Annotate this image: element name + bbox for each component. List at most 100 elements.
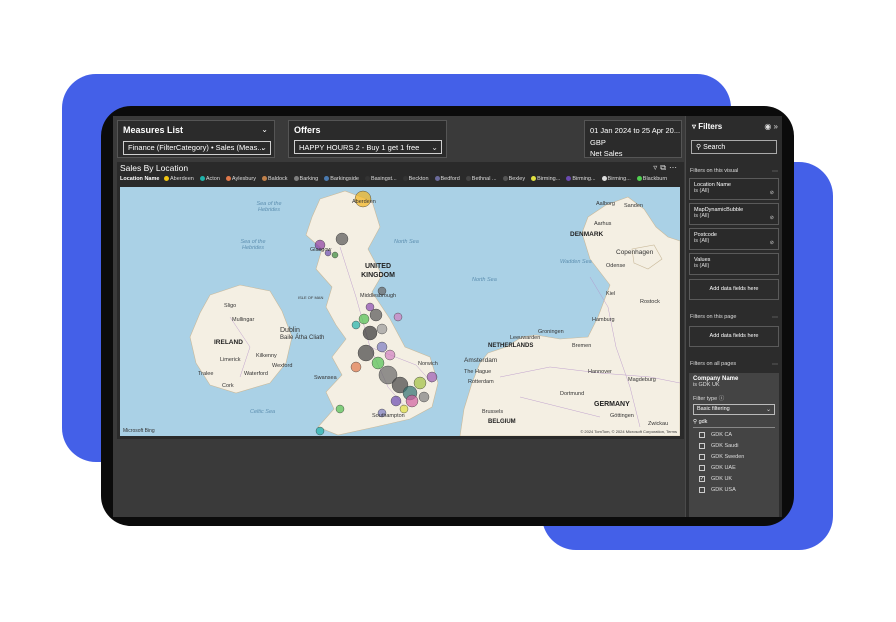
focus-mode-icon[interactable]: ⧉ — [660, 163, 669, 172]
checkbox[interactable] — [699, 486, 705, 493]
location-bubble[interactable] — [413, 376, 427, 390]
label-middlesbrough: Middlesbrough — [360, 293, 397, 299]
legend-item[interactable]: Basingst... — [364, 176, 400, 182]
filter-option[interactable]: ✓ GDK UK — [699, 475, 775, 483]
legend-item-label: Bedford — [440, 176, 460, 182]
location-bubble[interactable] — [357, 344, 375, 362]
legend-dot — [566, 176, 572, 182]
filter-field-value: is (All) — [694, 238, 710, 244]
more-options-icon[interactable]: ⋯ — [772, 361, 778, 368]
label-leeuwarden: Leeuwarden — [510, 335, 541, 341]
company-filter-value: is GDK UK — [693, 382, 720, 388]
measures-dropdown[interactable]: Finance (FilterCategory) • Sales (Meas..… — [123, 141, 271, 155]
label-baile-atha-cliath: Baile Átha Cliath — [280, 335, 325, 341]
location-bubble[interactable] — [350, 361, 362, 373]
offers-dropdown[interactable]: HAPPY HOURS 2 - Buy 1 get 1 free ⌄ — [294, 140, 442, 154]
legend-item[interactable]: Bedford — [434, 176, 463, 182]
map-canvas[interactable]: Sea of the Hebrides Sea of the Hebrides … — [120, 187, 680, 436]
legend-dot — [364, 176, 370, 182]
legend-dot — [225, 176, 231, 182]
legend-item[interactable]: Baldock — [261, 176, 291, 182]
location-bubble[interactable] — [426, 371, 438, 383]
collapse-icon[interactable]: » — [774, 122, 778, 131]
legend-dot — [502, 176, 508, 182]
filter-option[interactable]: GDK CA — [699, 431, 775, 439]
location-bubble[interactable] — [335, 232, 349, 246]
legend-item[interactable]: Blackburn — [636, 176, 670, 182]
location-bubble[interactable] — [384, 349, 396, 361]
filter-type-text: Filter type — [693, 396, 718, 402]
location-bubble[interactable] — [376, 341, 388, 353]
location-bubble[interactable] — [362, 325, 378, 341]
location-bubble[interactable] — [418, 391, 430, 403]
add-fields-page[interactable]: Add data fields here — [689, 326, 779, 347]
eye-slash-icon[interactable]: ⊘ — [770, 190, 774, 196]
search-icon: ⚲ — [693, 419, 698, 425]
legend-item[interactable]: Birming... — [601, 176, 634, 182]
visual-filter-card[interactable]: Postcode is (All) ⊘ — [689, 228, 779, 250]
label-brussels: Brussels — [482, 409, 504, 415]
filter-search-input[interactable]: ⚲ gdk — [693, 419, 775, 428]
filters-search-input[interactable]: ⚲ Search — [691, 140, 777, 154]
legend-item[interactable]: Acton — [199, 176, 223, 182]
visual-filter-card[interactable]: Location Name is (All) ⊘ — [689, 178, 779, 200]
more-options-icon[interactable]: ⋯ — [669, 163, 680, 172]
legend-item[interactable]: Birming... — [566, 176, 598, 182]
location-bubble[interactable] — [369, 308, 383, 322]
location-bubble[interactable] — [335, 404, 345, 414]
filter-type-dropdown[interactable]: Basic filtering ⌄ — [693, 404, 775, 415]
visual-filter-card[interactable]: MapDynamicBubble is (All) ⊘ — [689, 203, 779, 225]
eye-slash-icon[interactable]: ⊘ — [770, 215, 774, 221]
legend-dot — [402, 176, 408, 182]
visual-filter-card[interactable]: Values is (All) — [689, 253, 779, 275]
location-bubble[interactable] — [376, 323, 388, 335]
location-bubble[interactable] — [351, 320, 361, 330]
checkbox[interactable]: ✓ — [699, 475, 705, 482]
filter-option-label: GDK USA — [711, 487, 736, 493]
currency-label: GBP — [590, 138, 606, 147]
date-range: 01 Jan 2024 to 25 Apr 20... — [590, 126, 681, 135]
chevron-down-icon[interactable]: ⌄ — [261, 125, 268, 134]
label-tralee: Tralee — [198, 371, 214, 377]
legend-item[interactable]: Barkingside — [324, 176, 362, 182]
location-bubble[interactable] — [390, 395, 402, 407]
checkbox[interactable] — [699, 453, 705, 460]
more-options-icon[interactable]: ⋯ — [772, 314, 778, 321]
location-bubble[interactable] — [358, 313, 370, 325]
filter-option[interactable]: GDK Sweden — [699, 453, 775, 461]
filter-option[interactable]: GDK Saudi — [699, 442, 775, 450]
add-fields-visual[interactable]: Add data fields here — [689, 279, 779, 300]
location-bubble[interactable] — [371, 356, 385, 370]
legend-item[interactable]: Barking — [293, 176, 322, 182]
legend-item-label: Aylesbury — [231, 176, 256, 182]
location-bubble[interactable] — [399, 404, 409, 414]
visual-header-icons: ▿⧉⋯ — [653, 163, 680, 173]
legend-item-label: Birming... — [572, 176, 596, 182]
legend-item[interactable]: Beckton — [402, 176, 432, 182]
company-filter-card[interactable]: Company Name is GDK UK Filter type ⓘ Bas… — [689, 373, 779, 517]
legend-item-label: Birming... — [537, 176, 561, 182]
label-sea-hebrides-2: Sea of the Hebrides — [240, 239, 266, 251]
filter-option[interactable]: GDK UAE — [699, 464, 775, 472]
map-legend: Location Name Aberdeen Acton Aylesbury Bald… — [120, 176, 680, 186]
location-bubble[interactable] — [405, 394, 419, 408]
legend-item[interactable]: Birming... — [531, 176, 563, 182]
checkbox[interactable] — [699, 431, 705, 438]
eye-icon[interactable]: ◉ — [764, 122, 771, 131]
legend-item[interactable]: Bethnal ... — [465, 176, 500, 182]
location-bubble[interactable] — [315, 426, 325, 436]
filter-option[interactable]: GDK USA — [699, 486, 775, 494]
sales-map-visual[interactable]: Sales By Location ▿⧉⋯ Location Name Aber… — [117, 162, 684, 439]
label-kilkenny: Kilkenny — [256, 353, 277, 359]
checkbox[interactable] — [699, 442, 705, 449]
eye-slash-icon[interactable]: ⊘ — [770, 240, 774, 246]
legend-item[interactable]: Bexley — [502, 176, 529, 182]
location-bubble[interactable] — [393, 312, 403, 322]
search-icon: ⚲ — [696, 144, 702, 151]
legend-item[interactable]: Aylesbury — [225, 176, 259, 182]
location-bubble[interactable] — [331, 251, 339, 259]
search-placeholder: Search — [703, 144, 726, 151]
legend-item[interactable]: Aberdeen — [163, 176, 197, 182]
checkbox[interactable] — [699, 464, 705, 471]
more-options-icon[interactable]: ⋯ — [772, 168, 778, 175]
